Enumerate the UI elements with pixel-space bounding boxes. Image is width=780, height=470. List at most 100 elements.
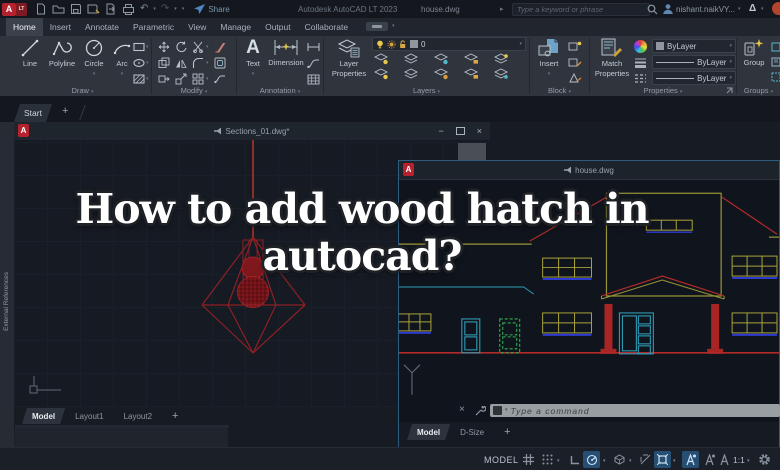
save-as-icon[interactable] [87, 3, 100, 15]
commandline-close-icon[interactable]: × [459, 405, 465, 415]
osnap-caret-icon[interactable]: ▾ [673, 458, 676, 464]
grid-display-icon[interactable] [520, 451, 537, 468]
plot-icon[interactable] [122, 3, 135, 15]
house-tab-dsize[interactable]: D-Size [450, 424, 494, 440]
ribbon-tab-home[interactable]: Home [6, 18, 43, 36]
ortho-mode-icon[interactable] [566, 451, 583, 468]
external-references-palette[interactable]: External References [0, 122, 15, 447]
ungroup-icon[interactable] [771, 42, 780, 52]
array-caret-icon[interactable]: ▾ [206, 77, 209, 82]
annotation-visibility-icon[interactable] [682, 451, 699, 468]
layer-unlock-all-icon[interactable] [464, 68, 479, 80]
customization-gear-icon[interactable] [756, 451, 773, 468]
hatch-tool[interactable]: ▾ [133, 74, 149, 84]
object-snap-icon[interactable] [654, 451, 671, 468]
house-viewport[interactable] [399, 179, 779, 404]
user-icon[interactable] [662, 3, 674, 15]
layer-match-icon[interactable] [494, 53, 509, 65]
mirror-icon[interactable] [175, 57, 187, 69]
user-name[interactable]: nishant.naikVY... [676, 5, 735, 14]
layer-properties-tool[interactable]: Layer Properties [330, 38, 368, 78]
ribbon-tab-output[interactable]: Output [258, 18, 298, 36]
close-icon[interactable]: × [477, 126, 482, 136]
new-file-icon[interactable] [35, 3, 47, 15]
dimension-tool[interactable]: Dimension [265, 38, 307, 67]
modify-panel-label[interactable]: Modify ▾ [152, 86, 236, 95]
layer-off-icon[interactable] [374, 53, 389, 65]
ellipse-tool[interactable]: ▾ [133, 58, 149, 68]
ribbon-tab-view[interactable]: View [181, 18, 213, 36]
save-icon[interactable] [70, 3, 82, 15]
layer-walk-icon[interactable] [404, 68, 419, 80]
layer-dropdown[interactable]: 0 ▾ [372, 37, 526, 51]
properties-panel-label[interactable]: Properties ▾ [590, 86, 736, 95]
new-drawing-tab-button[interactable]: + [62, 106, 68, 117]
block-attributes-icon[interactable] [568, 73, 582, 84]
undo-caret-icon[interactable]: ▾ [153, 6, 156, 12]
scale-value[interactable]: 1:1 [733, 455, 745, 465]
offset-icon[interactable] [214, 57, 226, 69]
open-folder-icon[interactable] [52, 3, 65, 15]
autocad-logo[interactable]: A LT [2, 2, 27, 16]
isometric-drafting-icon[interactable] [611, 451, 628, 468]
dimension-style-icon[interactable] [307, 42, 320, 52]
layer-merge-icon[interactable] [494, 68, 509, 80]
edit-block-icon[interactable] [568, 57, 582, 68]
search-icon[interactable] [647, 4, 658, 15]
house-tab-model[interactable]: Model [407, 424, 450, 440]
scale-caret-icon[interactable]: ▾ [747, 458, 750, 464]
linetype-icon[interactable] [634, 73, 647, 84]
ribbon-tab-collaborate[interactable]: Collaborate [298, 18, 355, 36]
join-icon[interactable] [214, 73, 226, 85]
ribbon-tab-insert[interactable]: Insert [43, 18, 78, 36]
arc-tool[interactable]: Arc ▾ [110, 38, 134, 77]
annotation-scale-icon[interactable] [716, 451, 733, 468]
share-button[interactable]: Share [194, 4, 230, 14]
ribbon-display-toggle[interactable] [366, 22, 388, 31]
minimize-icon[interactable]: − [438, 126, 443, 136]
insert-block-tool[interactable]: Insert ▾ [534, 38, 564, 77]
groups-panel-label[interactable]: Groups ▾ [737, 86, 780, 95]
ribbon-tab-manage[interactable]: Manage [213, 18, 258, 36]
draw-panel-label[interactable]: Draw ▾ [14, 86, 151, 95]
fillet-icon[interactable] [192, 57, 204, 69]
polar-caret-icon[interactable]: ▾ [603, 458, 606, 464]
undo-icon[interactable]: ↶ [140, 4, 148, 14]
commandline-caret-icon[interactable]: ▾ [505, 408, 508, 413]
object-color-dropdown[interactable]: ByLayer ▾ [652, 39, 736, 53]
layer-freeze-icon[interactable] [434, 53, 449, 65]
search-arrow-icon[interactable]: ▸ [500, 5, 504, 13]
file-tab-start[interactable]: Start [14, 104, 52, 122]
sections-tab-layout2[interactable]: Layout2 [114, 408, 162, 424]
ribbon-tab-parametric[interactable]: Parametric [126, 18, 181, 36]
command-line-input[interactable]: ▾ Type a command [490, 404, 780, 417]
ribbon-tab-annotate[interactable]: Annotate [78, 18, 126, 36]
circle-tool[interactable]: Circle ▾ [80, 38, 108, 77]
maximize-icon[interactable] [455, 127, 465, 135]
group-edit-icon[interactable] [771, 57, 780, 67]
create-block-icon[interactable] [568, 41, 582, 52]
layer-lock-icon[interactable] [464, 53, 479, 65]
ribbon-toggle-caret-icon[interactable]: ▾ [392, 24, 395, 29]
lineweight-dropdown[interactable]: ByLayer ▾ [652, 55, 736, 69]
stretch-icon[interactable] [158, 73, 170, 85]
polyline-tool[interactable]: Polyline [44, 38, 80, 68]
array-icon[interactable] [192, 73, 204, 85]
group-select-icon[interactable] [771, 72, 780, 82]
line-tool[interactable]: Line [16, 38, 44, 68]
lineweight-icon[interactable] [634, 57, 647, 68]
house-window-titlebar[interactable]: house.dwg A [399, 161, 779, 180]
redo-icon[interactable]: ↷ [161, 4, 169, 14]
layer-prev-icon[interactable] [374, 68, 389, 80]
search-input[interactable]: Type a keyword or phrase [512, 3, 650, 16]
trim-caret-icon[interactable]: ▾ [206, 45, 209, 50]
redo-caret-icon[interactable]: ▾ [174, 6, 177, 12]
customize-qat-icon[interactable]: ▾ [182, 6, 185, 12]
block-panel-label[interactable]: Block ▾ [530, 86, 589, 95]
move-icon[interactable] [158, 41, 170, 53]
polar-tracking-icon[interactable] [583, 451, 600, 468]
rotate-icon[interactable] [175, 41, 187, 53]
object-snap-tracking-icon[interactable] [637, 451, 654, 468]
sections-window-titlebar[interactable]: Sections_01.dwg* A − × [14, 122, 490, 141]
isometric-caret-icon[interactable]: ▾ [629, 458, 632, 464]
